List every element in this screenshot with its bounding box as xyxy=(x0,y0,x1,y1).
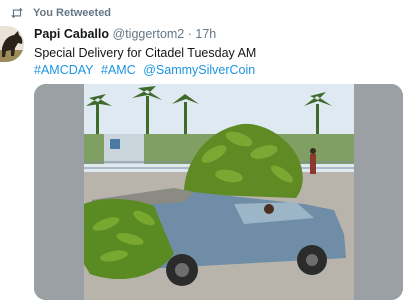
tweet-media-photo[interactable] xyxy=(34,84,403,300)
mention-sammysilvercoin-link[interactable]: @SammySilverCoin xyxy=(143,63,255,77)
avatar[interactable] xyxy=(0,26,24,62)
hashtag-amcday-link[interactable]: #AMCDAY xyxy=(34,63,94,77)
author-handle[interactable]: @tiggertom2 xyxy=(113,27,185,41)
tweet-hashtags: #AMCDAY #AMC @SammySilverCoin xyxy=(34,62,397,78)
retweet-context: You Retweeted xyxy=(10,7,111,19)
tweet-body: Papi Caballo @tiggertom2 · 17h Special D… xyxy=(34,26,397,78)
retweet-icon xyxy=(11,7,23,19)
retweet-label: You Retweeted xyxy=(33,7,112,19)
tweet-timestamp[interactable]: 17h xyxy=(195,27,216,41)
tweet-text: Special Delivery for Citadel Tuesday AM xyxy=(34,46,257,60)
horse-avatar-image xyxy=(0,26,24,62)
author-display-name[interactable]: Papi Caballo xyxy=(34,27,109,41)
hashtag-amc-link[interactable]: #AMC xyxy=(101,63,136,77)
tweet-header: Papi Caballo @tiggertom2 · 17h xyxy=(34,26,397,42)
banana-car-photo xyxy=(34,84,403,300)
separator-dot: · xyxy=(187,27,192,41)
